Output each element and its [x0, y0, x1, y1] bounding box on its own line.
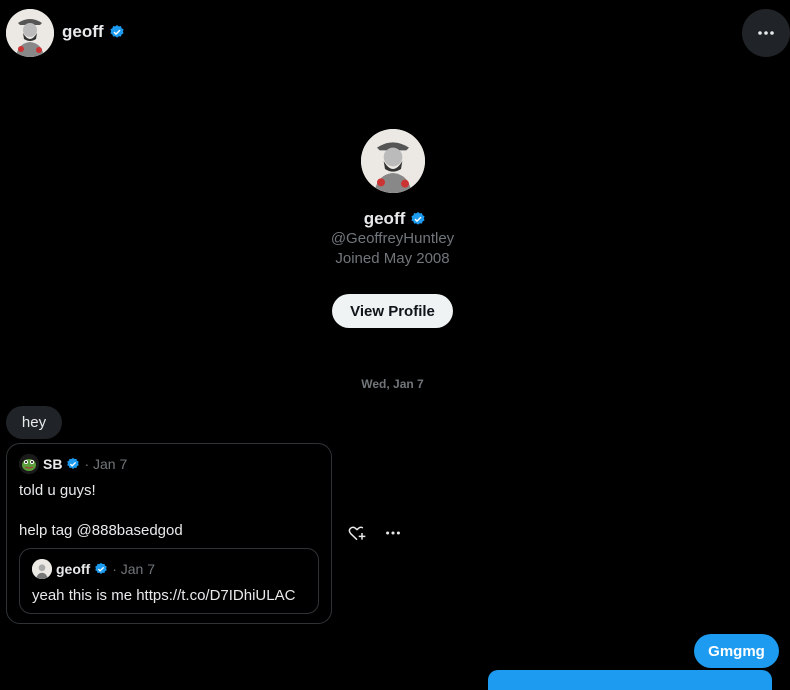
avatar-sb-icon: [19, 454, 39, 474]
profile-handle: @GeoffreyHuntley: [330, 230, 455, 247]
header-name-text: geoff: [62, 22, 104, 41]
quoted-post-card[interactable]: SB · Jan 7 told u guys! help tag @888bas…: [6, 443, 332, 624]
avatar-geoff-icon: [361, 129, 425, 193]
quoted-author-name: SB: [43, 456, 63, 472]
outgoing-message-bubble-partial[interactable]: [488, 670, 772, 690]
outgoing-message-bubble[interactable]: Gmgmg: [694, 634, 779, 668]
react-button[interactable]: [346, 522, 368, 544]
message-bubble[interactable]: hey: [6, 406, 62, 439]
verified-badge-icon: [94, 562, 108, 576]
nested-post-text: yeah this is me https://t.co/D7IDhiULAC: [32, 587, 296, 604]
profile-avatar[interactable]: [361, 129, 425, 193]
date-separator: Wed, Jan 7: [361, 377, 424, 391]
heart-plus-icon: [348, 526, 366, 541]
avatar-geoff-icon: [6, 9, 54, 57]
quoted-post-text-line: told u guys!: [19, 482, 96, 499]
header-avatar[interactable]: [6, 9, 54, 57]
view-profile-button[interactable]: View Profile: [332, 294, 453, 328]
more-horizontal-icon: [386, 531, 400, 535]
avatar-geoff-icon: [32, 559, 52, 579]
nested-author-name: geoff: [56, 561, 91, 577]
quoted-post-date: · Jan 7: [84, 456, 128, 472]
profile-joined-date: Joined May 2008: [335, 250, 450, 267]
nested-post-header: geoff · Jan 7: [32, 559, 155, 579]
more-options-button[interactable]: [742, 9, 790, 57]
verified-badge-icon: [109, 24, 125, 40]
header-name[interactable]: geoff: [62, 22, 125, 42]
quoted-post-header: SB · Jan 7: [19, 454, 127, 474]
profile-name-text: geoff: [363, 209, 406, 228]
message-more-button[interactable]: [382, 522, 404, 544]
quoted-post-text-line: help tag @888basedgod: [19, 522, 183, 539]
profile-name: geoff: [0, 209, 790, 229]
nested-quoted-post-card[interactable]: geoff · Jan 7 yeah this is me https://t.…: [19, 548, 319, 614]
nested-post-date: · Jan 7: [112, 561, 156, 577]
verified-badge-icon: [66, 457, 80, 471]
verified-badge-icon: [410, 211, 426, 227]
more-horizontal-icon: [758, 31, 774, 35]
